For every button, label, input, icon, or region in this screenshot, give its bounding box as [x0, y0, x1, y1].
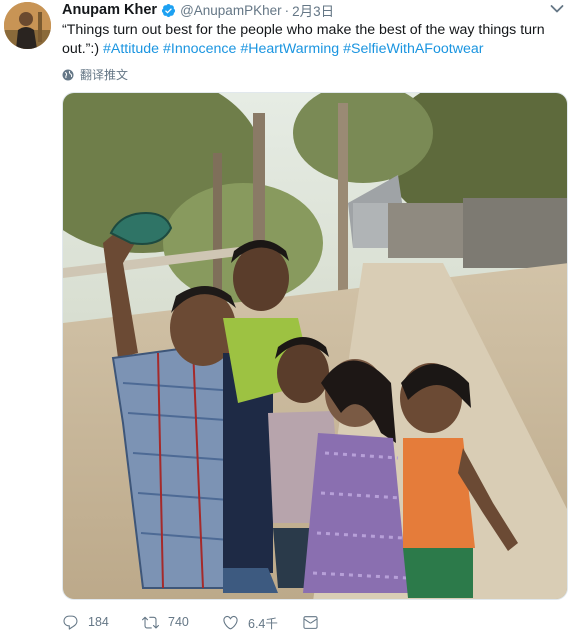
author-handle[interactable]: @AnupamPKher: [180, 3, 282, 18]
like-count: 6.4千: [248, 616, 278, 631]
retweet-button[interactable]: 740: [142, 614, 222, 631]
retweet-icon: [142, 616, 159, 628]
direct-message-button[interactable]: [302, 614, 332, 631]
author-name[interactable]: Anupam Kher: [62, 2, 157, 18]
reply-icon: [63, 615, 78, 630]
translate-label: 翻译推文: [80, 68, 129, 82]
avatar-image: [4, 2, 51, 49]
hashtag-heartwarming[interactable]: #HeartWarming: [240, 41, 339, 57]
reply-button[interactable]: 184: [62, 614, 142, 631]
tweet-actions: 184 740 6.4千: [62, 612, 332, 631]
like-button[interactable]: 6.4千: [222, 613, 302, 631]
hashtag-attitude[interactable]: #Attitude: [103, 41, 159, 57]
heart-icon: [223, 615, 238, 629]
tweet-text: “Things turn out best for the people who…: [62, 21, 562, 59]
translate-tweet-link[interactable]: 翻译推文: [62, 66, 128, 83]
hashtag-innocence[interactable]: #Innocence: [163, 41, 236, 57]
chevron-down-icon[interactable]: [550, 4, 564, 14]
tweet-photo[interactable]: [62, 92, 568, 600]
avatar[interactable]: [4, 2, 51, 49]
hashtag-selfiewithafootwear[interactable]: #SelfieWithAFootwear: [343, 41, 483, 57]
tweet-date[interactable]: 2月3日: [292, 0, 334, 20]
photo-children-selfie: [63, 93, 567, 599]
verified-badge-icon: [162, 3, 176, 17]
tweet-card[interactable]: Anupam Kher @AnupamPKher · 2月3日 “Things …: [0, 0, 571, 631]
globe-icon: [62, 69, 74, 80]
separator-dot: ·: [284, 2, 290, 18]
retweet-count: 740: [168, 615, 189, 629]
envelope-icon: [303, 615, 318, 629]
reply-count: 184: [88, 615, 109, 629]
tweet-header: Anupam Kher @AnupamPKher · 2月3日: [62, 0, 334, 20]
